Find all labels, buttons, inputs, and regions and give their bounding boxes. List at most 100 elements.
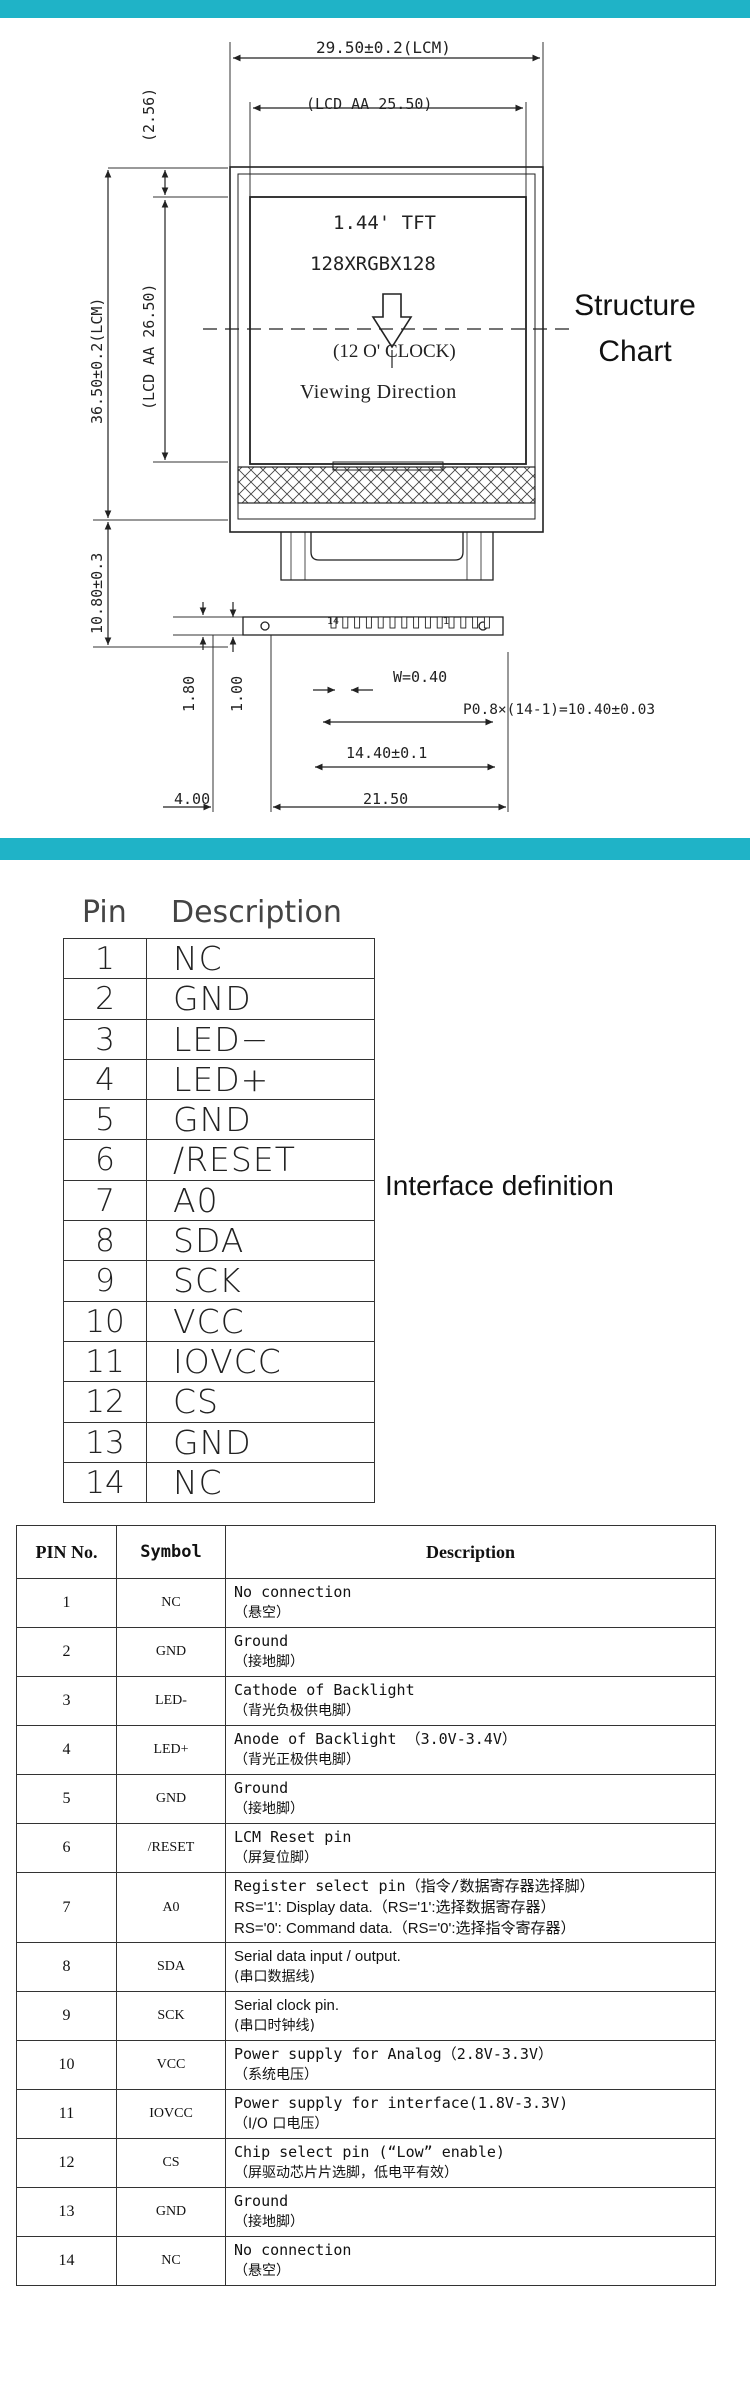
detail-description-line: Serial clock pin. xyxy=(234,1997,340,2014)
detail-description-line: LCM Reset pin xyxy=(234,1828,352,1846)
detail-row: 3 LED- Cathode of Backlight （背光负极供电脚） xyxy=(16,1676,716,1726)
pin-last-label: 1 xyxy=(443,616,450,627)
detail-row: 4 LED+ Anode of Backlight （3.0V-3.4V） （背光正极… xyxy=(16,1725,716,1775)
detail-symbol: IOVCC xyxy=(116,2089,226,2139)
detail-row: 13 GND Ground （接地脚） xyxy=(16,2187,716,2237)
detail-pin-no: 12 xyxy=(16,2138,117,2188)
fpc-pin xyxy=(342,616,349,629)
detail-pin-no: 6 xyxy=(16,1823,117,1873)
interface-row: 6/RESET xyxy=(63,1140,375,1181)
detail-symbol: NC xyxy=(116,1578,226,1628)
detail-pin-no: 10 xyxy=(16,2040,117,2090)
detail-pin-no: 13 xyxy=(16,2187,117,2237)
detail-symbol: LED- xyxy=(116,1676,226,1726)
fpc-pin xyxy=(389,616,396,629)
dim-lcd-aa-width: (LCD AA 25.50) xyxy=(306,95,433,113)
top-accent-band xyxy=(0,0,750,18)
detail-pin-no: 3 xyxy=(16,1676,117,1726)
detail-symbol: SCK xyxy=(116,1991,226,2041)
interface-pin-description: GND xyxy=(147,1422,375,1462)
detail-symbol: VCC xyxy=(116,2040,226,2090)
fpc-pin xyxy=(354,616,361,629)
detail-symbol: GND xyxy=(116,1627,226,1677)
interface-row: 13 GND xyxy=(63,1422,375,1463)
detail-description-line: （悬空） xyxy=(234,1605,290,1621)
detail-pin-no: 11 xyxy=(16,2089,117,2139)
interface-pin-description: IOVCC xyxy=(147,1341,375,1382)
detail-symbol: A0 xyxy=(116,1872,226,1943)
detail-description-line: Power supply for interface(1.8V-3.3V) xyxy=(234,2094,569,2112)
interface-row: 10 VCC xyxy=(63,1301,375,1342)
detail-description-line: （I/O 口电压） xyxy=(234,2116,329,2132)
pin-column-header: Pin xyxy=(82,895,127,930)
detail-symbol: SDA xyxy=(116,1942,226,1992)
detail-description: Register select pin（指令/数据寄存器选择脚） RS='1': … xyxy=(225,1872,716,1943)
interface-pin-number: 8 xyxy=(63,1221,147,1261)
dim-pin-hole: 1.80 xyxy=(180,675,198,712)
detail-symbol: NC xyxy=(116,2236,226,2286)
interface-pin-description: SCK xyxy=(147,1261,375,1301)
interface-pin-number: 6 xyxy=(63,1140,147,1180)
fpc-pin xyxy=(401,616,408,629)
detail-description-line: （背光正极供电脚） xyxy=(234,1752,360,1768)
detail-description-line: （接地脚） xyxy=(234,1801,304,1817)
detail-pin-no: 8 xyxy=(16,1942,117,1992)
interface-pin-description: GND xyxy=(147,1100,375,1140)
interface-pin-number: 5 xyxy=(63,1100,147,1140)
detail-pin-no: 9 xyxy=(16,1991,117,2041)
detail-description-line: （屏驱动芯片片选脚，低电平有效） xyxy=(234,2165,458,2181)
interface-pin-description: /RESET xyxy=(147,1140,375,1180)
detail-header-row: PIN No. Symbol Description xyxy=(16,1525,716,1579)
detail-description-line: (串口数据线) xyxy=(234,1969,315,1985)
structure-caption-line2: Chart xyxy=(598,335,672,368)
fpc-pin xyxy=(460,616,467,629)
detail-description-line: Cathode of Backlight xyxy=(234,1681,415,1699)
detail-description-line: （屏复位脚） xyxy=(234,1850,318,1866)
detail-description-line: （系统电压） xyxy=(234,2067,318,2083)
dim-fpc-length: 10.80±0.3 xyxy=(88,552,106,634)
detail-symbol: CS xyxy=(116,2138,226,2188)
screen-size-label: 1.44' TFT xyxy=(333,212,436,234)
fpc-pin xyxy=(472,616,479,629)
interface-row: 3 LED− xyxy=(63,1019,375,1060)
detail-symbol: GND xyxy=(116,1774,226,1824)
dim-lcd-aa-height: (LCD AA 26.50) xyxy=(140,283,158,410)
extension-lines xyxy=(93,42,544,812)
interface-row: 8 SDA xyxy=(63,1221,375,1262)
interface-pin-description: NC xyxy=(147,1462,375,1503)
dimension-arrows xyxy=(104,54,540,811)
header-description: Description xyxy=(225,1525,716,1579)
detail-description-line: Ground xyxy=(234,1632,289,1650)
detail-description-line: (串口时钟线) xyxy=(234,2018,315,2034)
interface-caption: Interface definition xyxy=(385,1170,614,1201)
detail-row: 2 GND Ground （接地脚） xyxy=(16,1627,716,1677)
fpc-pin xyxy=(424,616,431,629)
fpc-pin xyxy=(413,616,420,629)
detail-row: 9 SCK Serial clock pin. (串口时钟线) xyxy=(16,1991,716,2041)
detail-description-line: （悬空） xyxy=(234,2263,290,2279)
detail-pin-no: 5 xyxy=(16,1774,117,1824)
detail-description-line: Register select pin（指令/数据寄存器选择脚） xyxy=(234,1877,595,1895)
interface-pin-number: 11 xyxy=(63,1341,147,1382)
interface-row: 12 CS xyxy=(63,1382,375,1423)
interface-row: 1 NC xyxy=(63,939,375,980)
structure-caption: Structure Chart xyxy=(560,283,710,375)
detail-description-line: （接地脚） xyxy=(234,2214,304,2230)
detail-description-line: RS='0': Command data.（RS='0':选择指令寄存器） xyxy=(234,1920,576,1937)
pin-first-label: 14 xyxy=(327,616,340,627)
dim-pin-span: 14.40±0.1 xyxy=(346,744,428,762)
interface-pin-description: SDA xyxy=(147,1221,375,1261)
interface-pin-number: 4 xyxy=(63,1059,147,1100)
detail-description: Serial clock pin. (串口时钟线) xyxy=(225,1991,716,2041)
detail-symbol: GND xyxy=(116,2187,226,2237)
interface-pin-description: A0 xyxy=(147,1180,375,1221)
dim-base-width: 21.50 xyxy=(363,790,409,808)
interface-pin-number: 3 xyxy=(63,1019,147,1059)
fpc-pins xyxy=(330,616,490,629)
interface-pin-description: LED+ xyxy=(147,1059,375,1100)
screen-resolution-label: 128XRGBX128 xyxy=(310,253,436,275)
interface-pin-number: 10 xyxy=(63,1301,147,1341)
detail-description-line: Anode of Backlight （3.0V-3.4V） xyxy=(234,1730,517,1748)
interface-pin-description: CS xyxy=(147,1382,375,1422)
detail-description-line: （接地脚） xyxy=(234,1654,304,1670)
